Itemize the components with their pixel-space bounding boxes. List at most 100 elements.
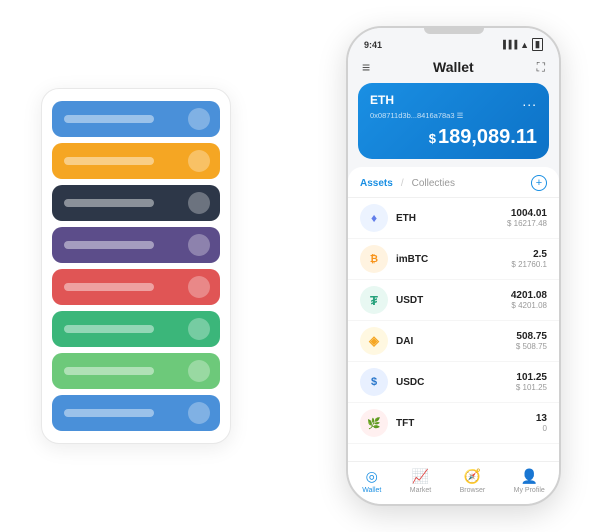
- scene: 9:41 ▐▐▐ ▲ ▮ ≡ Wallet ⛶ ETH ... 0x08711d…: [11, 11, 591, 521]
- asset-item-dai[interactable]: ◈ DAI 508.75 $ 508.75: [348, 321, 559, 362]
- imbtc-name: imBTC: [396, 254, 511, 265]
- eth-info: ETH: [396, 213, 507, 224]
- asset-item-tft[interactable]: 🌿 TFT 13 0: [348, 403, 559, 444]
- asset-item-usdc[interactable]: $ USDC 101.25 $ 101.25: [348, 362, 559, 403]
- market-nav-label: Market: [410, 487, 431, 494]
- card-label: [64, 325, 154, 333]
- signal-icon: ▐▐▐: [500, 40, 517, 49]
- browser-nav-icon: 🧭: [464, 468, 481, 485]
- usdc-info: USDC: [396, 377, 516, 388]
- usdt-logo-icon: ₮: [370, 293, 378, 308]
- tab-assets[interactable]: Assets: [360, 178, 393, 189]
- imbtc-logo-icon: ₿: [370, 254, 378, 265]
- card-icon: [188, 108, 210, 130]
- bottom-nav: ◎ Wallet 📈 Market 🧭 Browser 👤 My Profile: [348, 461, 559, 504]
- battery-icon: ▮: [532, 38, 543, 51]
- profile-nav-label: My Profile: [514, 487, 545, 494]
- list-item[interactable]: [52, 269, 220, 305]
- usdc-asset-usd: $ 101.25: [516, 383, 547, 392]
- card-icon: [188, 234, 210, 256]
- phone-notch: [424, 28, 484, 34]
- asset-item-eth[interactable]: ♦ ETH 1004.01 $ 16217.48: [348, 198, 559, 239]
- asset-item-usdt[interactable]: ₮ USDT 4201.08 $ 4201.08: [348, 280, 559, 321]
- card-label: [64, 199, 154, 207]
- imbtc-values: 2.5 $ 21760.1: [511, 249, 547, 269]
- tab-collectibles[interactable]: Collecties: [412, 178, 455, 189]
- dai-name: DAI: [396, 336, 516, 347]
- nav-item-market[interactable]: 📈 Market: [410, 468, 431, 494]
- status-icons: ▐▐▐ ▲ ▮: [500, 38, 543, 51]
- list-item[interactable]: [52, 101, 220, 137]
- card-icon: [188, 318, 210, 340]
- asset-list: ♦ ETH 1004.01 $ 16217.48 ₿ imBTC: [348, 198, 559, 461]
- list-item[interactable]: [52, 227, 220, 263]
- phone-header: ≡ Wallet ⛶: [348, 55, 559, 83]
- imbtc-info: imBTC: [396, 254, 511, 265]
- list-item[interactable]: [52, 185, 220, 221]
- profile-nav-icon: 👤: [521, 468, 538, 485]
- card-icon: [188, 150, 210, 172]
- assets-tabs: Assets / Collecties: [360, 178, 455, 189]
- tft-name: TFT: [396, 418, 536, 429]
- dai-logo-icon: ◈: [369, 333, 379, 349]
- eth-values: 1004.01 $ 16217.48: [507, 208, 547, 228]
- card-icon: [188, 192, 210, 214]
- card-label: [64, 283, 154, 291]
- usdc-logo-icon: $: [371, 376, 377, 388]
- usdc-values: 101.25 $ 101.25: [516, 372, 547, 392]
- dai-info: DAI: [396, 336, 516, 347]
- list-item[interactable]: [52, 143, 220, 179]
- card-icon: [188, 402, 210, 424]
- list-item[interactable]: [52, 311, 220, 347]
- card-label: [64, 115, 154, 123]
- tft-asset-amount: 13: [536, 413, 547, 424]
- imbtc-asset-amount: 2.5: [511, 249, 547, 260]
- tab-divider: /: [401, 178, 404, 189]
- assets-header: Assets / Collecties +: [348, 167, 559, 198]
- eth-logo-icon: ♦: [371, 211, 377, 225]
- card-stack: [41, 88, 231, 444]
- eth-card-menu[interactable]: ...: [522, 93, 537, 109]
- tft-asset-usd: 0: [536, 424, 547, 433]
- nav-item-profile[interactable]: 👤 My Profile: [514, 468, 545, 494]
- card-icon: [188, 276, 210, 298]
- usdc-logo: $: [360, 368, 388, 396]
- usdc-name: USDC: [396, 377, 516, 388]
- imbtc-asset-usd: $ 21760.1: [511, 260, 547, 269]
- eth-amount: $189,089.11: [370, 126, 537, 149]
- card-label: [64, 241, 154, 249]
- status-time: 9:41: [364, 40, 382, 50]
- tft-logo-icon: 🌿: [367, 417, 381, 430]
- wallet-nav-label: Wallet: [362, 487, 381, 494]
- wifi-icon: ▲: [520, 40, 529, 50]
- eth-card-top: ETH ...: [370, 93, 537, 109]
- usdt-values: 4201.08 $ 4201.08: [511, 290, 547, 310]
- assets-section: Assets / Collecties + ♦ ETH 1004.01: [348, 167, 559, 461]
- add-asset-button[interactable]: +: [531, 175, 547, 191]
- list-item[interactable]: [52, 395, 220, 431]
- eth-asset-usd: $ 16217.48: [507, 219, 547, 228]
- eth-card[interactable]: ETH ... 0x08711d3b...8416a78a3 ☰ $189,08…: [358, 83, 549, 159]
- nav-item-browser[interactable]: 🧭 Browser: [460, 468, 486, 494]
- usdt-info: USDT: [396, 295, 511, 306]
- tft-logo: 🌿: [360, 409, 388, 437]
- page-title: Wallet: [433, 59, 474, 75]
- menu-icon[interactable]: ≡: [362, 59, 370, 75]
- eth-logo: ♦: [360, 204, 388, 232]
- eth-name: ETH: [396, 213, 507, 224]
- asset-item-imbtc[interactable]: ₿ imBTC 2.5 $ 21760.1: [348, 239, 559, 280]
- phone: 9:41 ▐▐▐ ▲ ▮ ≡ Wallet ⛶ ETH ... 0x08711d…: [346, 26, 561, 506]
- dai-asset-usd: $ 508.75: [516, 342, 547, 351]
- tft-info: TFT: [396, 418, 536, 429]
- usdt-name: USDT: [396, 295, 511, 306]
- expand-icon[interactable]: ⛶: [537, 60, 545, 75]
- wallet-nav-icon: ◎: [366, 468, 378, 485]
- phone-content: ETH ... 0x08711d3b...8416a78a3 ☰ $189,08…: [348, 83, 559, 461]
- list-item[interactable]: [52, 353, 220, 389]
- usdt-asset-amount: 4201.08: [511, 290, 547, 301]
- nav-item-wallet[interactable]: ◎ Wallet: [362, 468, 381, 494]
- usdt-asset-usd: $ 4201.08: [511, 301, 547, 310]
- card-label: [64, 409, 154, 417]
- card-label: [64, 367, 154, 375]
- card-label: [64, 157, 154, 165]
